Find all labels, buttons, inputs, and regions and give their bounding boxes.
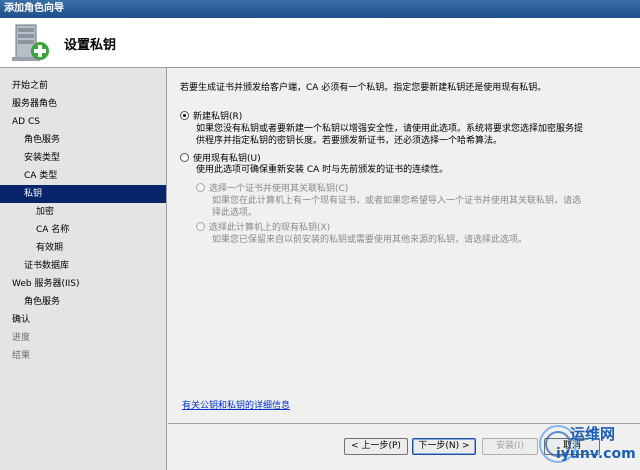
- new-private-key-label[interactable]: 新建私钥(R): [193, 112, 242, 122]
- page-title: 设置私钥: [64, 38, 117, 53]
- step-private-key[interactable]: 私钥: [0, 185, 166, 203]
- step-web-server-iis[interactable]: Web 服务器(IIS): [0, 275, 166, 293]
- step-ca-type[interactable]: CA 类型: [0, 167, 166, 185]
- select-certificate-option[interactable]: 选择一个证书并使用其关联私钥(C): [196, 181, 348, 194]
- step-ca-name[interactable]: CA 名称: [0, 221, 166, 239]
- step-progress: 进度: [12, 333, 31, 343]
- step-iis-role-services[interactable]: 角色服务: [0, 293, 166, 311]
- select-certificate-label[interactable]: 选择一个证书并使用其关联私钥(C): [209, 184, 348, 194]
- intro-text: 若要生成证书并颁发给客户端，CA 必须有一个私钥。指定您要新建私钥还是使用现有私…: [180, 83, 547, 93]
- wizard-header: 设置私钥: [0, 18, 640, 68]
- step-confirmation[interactable]: 确认: [0, 311, 166, 329]
- step-certificate-database[interactable]: 证书数据库: [0, 257, 166, 275]
- existing-private-key-description: 使用此选项可确保重新安装 CA 时与先前颁发的证书的连续性。: [196, 165, 449, 175]
- new-key-desc-line1: 如果您没有私钥或者要新建一个私钥以增强安全性，请使用此选项。系统将要求您选择加密…: [196, 124, 584, 134]
- install-button[interactable]: 安装(I): [482, 438, 538, 455]
- select-existing-key-radio[interactable]: [196, 222, 205, 231]
- step-setup-type[interactable]: 安装类型: [0, 149, 166, 167]
- next-button[interactable]: 下一步(N) >: [412, 438, 476, 455]
- new-private-key-radio[interactable]: [180, 111, 189, 120]
- wizard-step-list: 开始之前 服务器角色 AD CS 角色服务 安装类型 CA 类型 私钥 加密 C…: [0, 68, 167, 470]
- step-cryptography[interactable]: 加密: [0, 203, 166, 221]
- existing-private-key-radio[interactable]: [180, 153, 189, 162]
- private-key-help-link[interactable]: 有关公钥和私钥的详细信息: [182, 398, 290, 411]
- step-results: 结果: [12, 351, 31, 361]
- step-before-you-begin[interactable]: 开始之前: [0, 77, 166, 95]
- select-certificate-radio[interactable]: [196, 183, 205, 192]
- watermark-text-cn: 运维网: [570, 425, 616, 443]
- previous-button[interactable]: < 上一步(P): [344, 438, 408, 455]
- select-existing-key-option[interactable]: 选择此计算机上的现有私钥(X): [196, 220, 330, 233]
- step-server-roles[interactable]: 服务器角色: [0, 95, 166, 113]
- watermark-text-url: iyunv.com: [556, 446, 636, 462]
- server-add-role-icon: [12, 24, 49, 61]
- select-existing-key-description: 如果您已保留来自以前安装的私钥或需要使用其他来源的私钥，请选择此选项。: [212, 235, 528, 245]
- select-existing-key-label[interactable]: 选择此计算机上的现有私钥(X): [209, 223, 330, 233]
- sub-cert-desc-line1: 如果您在此计算机上有一个现有证书，或者如果您希望导入一个证书并使用其关联私钥，请…: [212, 196, 582, 206]
- new-private-key-description: 如果您没有私钥或者要新建一个私钥以增强安全性，请使用此选项。系统将要求您选择加密…: [196, 123, 583, 147]
- step-validity-period[interactable]: 有效期: [0, 239, 166, 257]
- step-ad-cs[interactable]: AD CS: [0, 113, 166, 131]
- wizard-content: 若要生成证书并颁发给客户端，CA 必须有一个私钥。指定您要新建私钥还是使用现有私…: [168, 68, 640, 423]
- window-title: 添加角色向导: [4, 3, 64, 14]
- window-title-bar: 添加角色向导: [0, 0, 640, 18]
- step-role-services[interactable]: 角色服务: [0, 131, 166, 149]
- new-key-desc-line2: 供程序并指定私钥的密钥长度。若要颁发新证书，还必须选择一个哈希算法。: [196, 136, 503, 146]
- existing-private-key-option[interactable]: 使用现有私钥(U): [180, 151, 261, 164]
- select-certificate-description: 如果您在此计算机上有一个现有证书，或者如果您希望导入一个证书并使用其关联私钥，请…: [212, 195, 581, 219]
- new-private-key-option[interactable]: 新建私钥(R): [180, 109, 242, 122]
- existing-private-key-label[interactable]: 使用现有私钥(U): [193, 154, 261, 164]
- sub-cert-desc-line2: 择此选项。: [212, 208, 258, 218]
